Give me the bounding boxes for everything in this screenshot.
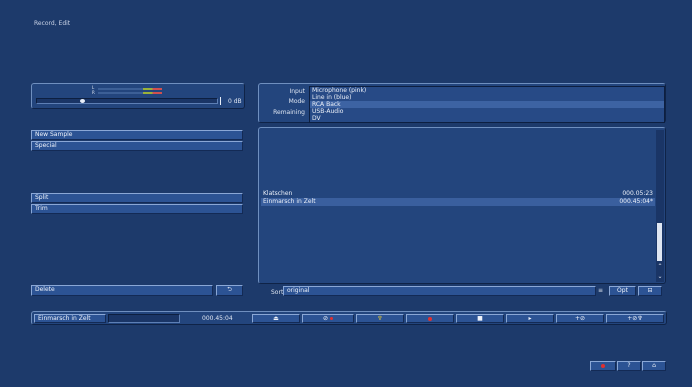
settings-panel: Input Mode Remaining Microphone (pink) Li…: [258, 83, 666, 123]
level-meter: L R: [92, 85, 162, 96]
remaining-label: Remaining: [273, 109, 305, 116]
mode-label: Mode: [288, 98, 305, 105]
opt-button[interactable]: Opt: [609, 286, 636, 296]
input-dropdown-list[interactable]: Microphone (pink) Line in (blue) RCA Back U…: [309, 86, 665, 123]
gain-slider-knob[interactable]: [80, 99, 85, 103]
sort-settings-icon: ⊟: [647, 287, 653, 294]
stop-record-button[interactable]: ⊘: [302, 314, 354, 323]
undo-button[interactable]: ⮌: [216, 285, 243, 296]
bottom-help-button[interactable]: ?: [617, 361, 641, 371]
list-item[interactable]: Klatschen 000.05:23: [261, 190, 655, 198]
stop-icon: ■: [477, 315, 483, 322]
bottom-record-icon: [601, 363, 605, 368]
transport-time: 000.45:04: [202, 315, 233, 322]
input-option[interactable]: Line in (blue): [310, 94, 664, 101]
sort-label: Sort: [271, 289, 284, 296]
input-option[interactable]: RCA Back: [310, 101, 664, 108]
transport-panel: Einmarsch in Zelt 000.45:04 ⏏ ⊘ ♆ ■ ▸ +⊘…: [31, 311, 667, 325]
gain-divider: [220, 97, 221, 105]
current-sample-spacer: [108, 314, 180, 323]
scrollbar[interactable]: ⌃ ⌄: [656, 130, 664, 282]
add-no-icon: +⊘: [574, 315, 586, 322]
sort-extra-button[interactable]: ⊟: [638, 286, 662, 296]
sort-select[interactable]: original: [283, 286, 596, 296]
add-mark-mic-button[interactable]: +⊘♆: [606, 314, 664, 323]
stop-button[interactable]: ■: [456, 314, 504, 323]
window-title: Record, Edit: [34, 20, 71, 27]
undo-icon: ⮌: [227, 286, 232, 293]
scroll-down-icon[interactable]: ⌄: [656, 272, 664, 281]
meter-bar-right: [98, 92, 162, 94]
scrollbar-thumb[interactable]: [657, 223, 662, 261]
eject-button[interactable]: ⏏: [252, 314, 300, 323]
mic-button[interactable]: ♆: [356, 314, 404, 323]
microphone-icon: ♆: [377, 315, 383, 322]
no-record-icon: ⊘: [322, 315, 329, 322]
sort-menu-icon[interactable]: ≡: [598, 286, 606, 296]
sample-list-panel: Klatschen 000.05:23 Einmarsch in Zelt 000.4…: [258, 127, 666, 284]
eject-icon: ⏏: [273, 315, 279, 322]
input-option[interactable]: Microphone (pink): [310, 87, 664, 94]
bottom-home-button[interactable]: ⌂: [642, 361, 666, 371]
trim-button[interactable]: Trim: [31, 204, 243, 214]
add-mark-button[interactable]: +⊘: [556, 314, 604, 323]
sample-duration: 000.45:04*: [619, 198, 653, 205]
current-sample-name: Einmarsch in Zelt: [34, 314, 106, 323]
record-dot-icon: [330, 317, 334, 320]
meter-bar-left: [98, 88, 162, 90]
gain-value: 0 dB: [228, 98, 242, 105]
home-icon: ⌂: [652, 362, 656, 369]
play-icon: ▸: [528, 315, 532, 322]
input-option[interactable]: USB-Audio: [310, 108, 664, 115]
new-sample-button[interactable]: New Sample: [31, 130, 243, 140]
meter-right-label: R: [92, 90, 95, 95]
add-no-mic-icon: +⊘♆: [627, 315, 643, 322]
split-button[interactable]: Split: [31, 193, 243, 203]
record-icon: [428, 316, 432, 321]
sample-name: Klatschen: [263, 190, 293, 197]
sample-duration: 000.05:23: [622, 190, 653, 197]
scroll-up-icon[interactable]: ⌃: [656, 262, 664, 271]
delete-button[interactable]: Delete: [31, 285, 213, 296]
sample-name: Einmarsch in Zelt: [263, 198, 316, 205]
sample-list[interactable]: Klatschen 000.05:23 Einmarsch in Zelt 000.4…: [261, 190, 655, 206]
level-panel: L R 0 dB: [31, 83, 245, 109]
bottom-record-button[interactable]: [590, 361, 616, 371]
play-button[interactable]: ▸: [506, 314, 554, 323]
help-icon: ?: [627, 362, 631, 369]
input-label: Input: [289, 88, 305, 95]
input-option[interactable]: DV: [310, 115, 664, 122]
gain-slider[interactable]: [36, 98, 218, 104]
record-button[interactable]: [406, 314, 454, 323]
list-item[interactable]: Einmarsch in Zelt 000.45:04*: [261, 198, 655, 206]
special-button[interactable]: Special: [31, 141, 243, 151]
